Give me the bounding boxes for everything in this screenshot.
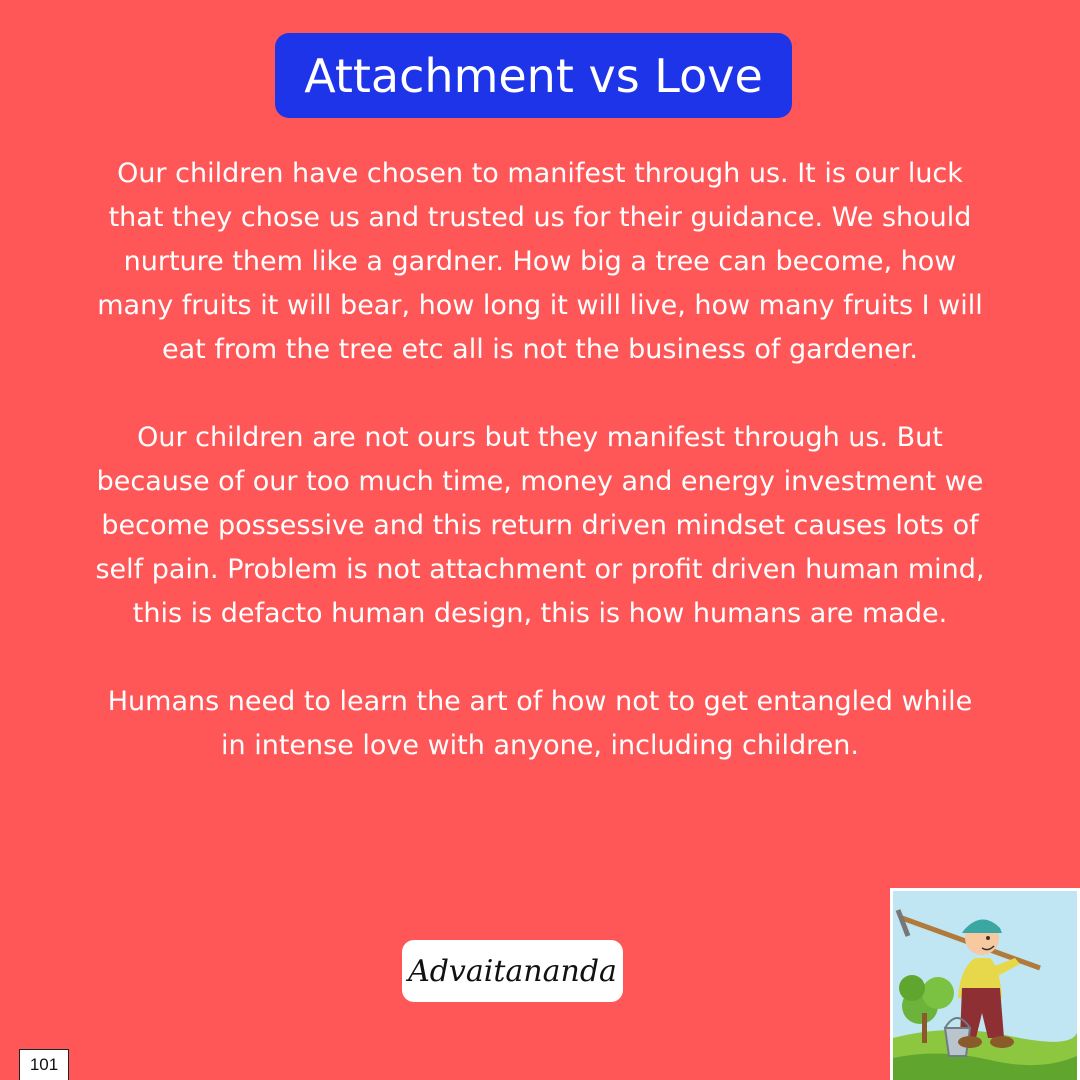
paragraph-3: Humans need to learn the art of how not … — [107, 686, 973, 761]
signature: Advaitananda — [408, 953, 617, 989]
title-box: Attachment vs Love — [275, 33, 792, 118]
page-number: 101 — [19, 1049, 69, 1080]
paragraph-2: Our children are not ours but they manif… — [95, 422, 985, 629]
gardener-illustration — [890, 888, 1080, 1080]
paragraph-1: Our children have chosen to manifest thr… — [97, 158, 983, 365]
body-text: Our children have chosen to manifest thr… — [95, 152, 985, 768]
signature-box: Advaitananda — [402, 940, 623, 1002]
page-title: Attachment vs Love — [304, 48, 763, 103]
